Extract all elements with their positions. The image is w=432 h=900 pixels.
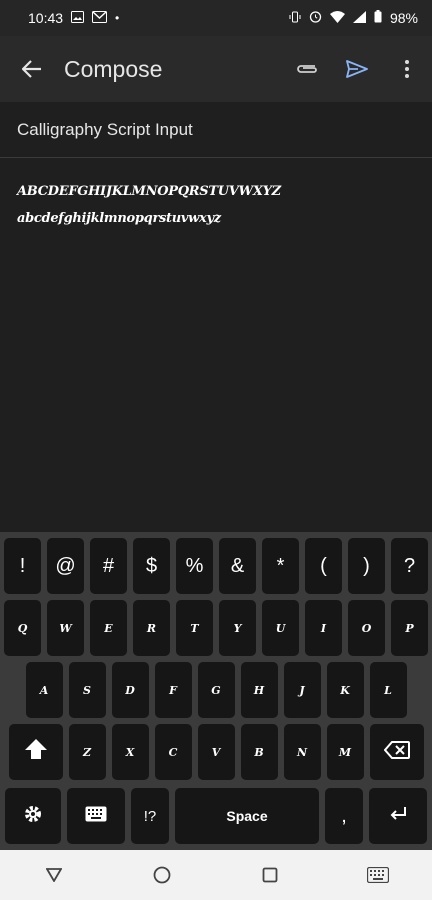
key-v[interactable]: V [197,724,235,780]
subject-value: Calligraphy Script Input [17,119,193,139]
keyboard-row-function: !? Space , [0,788,432,844]
battery-icon [374,10,382,26]
key-percent[interactable]: % [176,538,213,594]
key-r[interactable]: R [133,600,170,656]
status-right: 98% [289,10,418,26]
key-paren-open[interactable]: ( [305,538,342,594]
send-icon[interactable] [332,36,382,102]
key-t[interactable]: T [176,600,213,656]
key-n[interactable]: N [283,724,321,780]
keyboard-switch-icon[interactable] [358,855,398,895]
key-l[interactable]: L [369,662,407,718]
shift-key[interactable] [8,724,63,780]
key-a[interactable]: A [25,662,63,718]
status-bar: 10:43 • 98% [0,0,432,36]
keyboard: ! @ # $ % & * ( ) ? Q W E R T Y U I O P … [0,532,432,850]
alarm-icon [309,10,322,26]
space-key[interactable]: Space [175,788,319,844]
key-question[interactable]: ? [391,538,428,594]
key-p[interactable]: P [391,600,428,656]
key-e[interactable]: E [90,600,127,656]
keyboard-icon [85,806,107,826]
key-y[interactable]: Y [219,600,256,656]
comma-key[interactable]: , [325,788,363,844]
vibrate-icon [289,11,301,26]
shift-icon [24,738,48,766]
home-circle-icon[interactable] [142,855,182,895]
key-h[interactable]: H [240,662,278,718]
message-body[interactable]: ABCDEFGHIJKLMNOPQRSTUVWXYZ abcdefghijklm… [17,178,417,232]
keyboard-row-symbols: ! @ # $ % & * ( ) ? [0,538,432,594]
key-exclamation[interactable]: ! [4,538,41,594]
backspace-key[interactable] [369,724,424,780]
key-k[interactable]: K [326,662,364,718]
status-time: 10:43 [28,10,64,26]
back-triangle-icon[interactable] [34,855,74,895]
key-f[interactable]: F [154,662,192,718]
key-x[interactable]: X [111,724,149,780]
key-c[interactable]: C [154,724,192,780]
key-b[interactable]: B [240,724,278,780]
key-j[interactable]: J [283,662,321,718]
key-u[interactable]: U [262,600,299,656]
wifi-icon [329,10,345,26]
battery-percent: 98% [389,10,418,26]
enter-key[interactable] [369,788,427,844]
more-options-icon[interactable] [382,36,432,102]
navigation-bar [0,850,432,900]
app-bar: Compose [0,36,432,102]
page-title: Compose [64,55,163,82]
key-d[interactable]: D [111,662,149,718]
body-line-lowercase: abcdefghijklmnopqrstuvwxyz [17,211,221,226]
signal-icon [352,10,366,26]
key-q[interactable]: Q [4,600,41,656]
recents-square-icon[interactable] [250,855,290,895]
key-s[interactable]: S [68,662,106,718]
status-left: 10:43 • [28,10,119,26]
symbols-key[interactable]: !? [131,788,169,844]
key-dollar[interactable]: $ [133,538,170,594]
body-line-uppercase: ABCDEFGHIJKLMNOPQRSTUVWXYZ [17,184,281,199]
keyboard-row-bottom: Z X C V B N M [0,724,432,780]
keyboard-row-middle: A S D F G H J K L [0,662,432,718]
backspace-icon [383,739,410,765]
back-arrow-icon[interactable] [0,36,64,102]
subject-field[interactable]: Calligraphy Script Input [0,102,432,158]
key-paren-close[interactable]: ) [348,538,385,594]
key-hash[interactable]: # [90,538,127,594]
key-i[interactable]: I [305,600,342,656]
gmail-icon [92,10,108,26]
key-w[interactable]: W [47,600,84,656]
key-asterisk[interactable]: * [262,538,299,594]
key-ampersand[interactable]: & [219,538,256,594]
key-at[interactable]: @ [47,538,84,594]
image-icon [71,10,85,26]
key-o[interactable]: O [348,600,385,656]
keyboard-switch-key[interactable] [67,788,125,844]
dot-icon: • [115,11,120,25]
attach-icon[interactable] [282,36,332,102]
keyboard-row-top: Q W E R T Y U I O P [0,600,432,656]
settings-key[interactable] [5,788,61,844]
key-g[interactable]: G [197,662,235,718]
key-m[interactable]: M [326,724,364,780]
enter-icon [389,806,407,826]
gear-icon [23,804,43,828]
key-z[interactable]: Z [68,724,106,780]
